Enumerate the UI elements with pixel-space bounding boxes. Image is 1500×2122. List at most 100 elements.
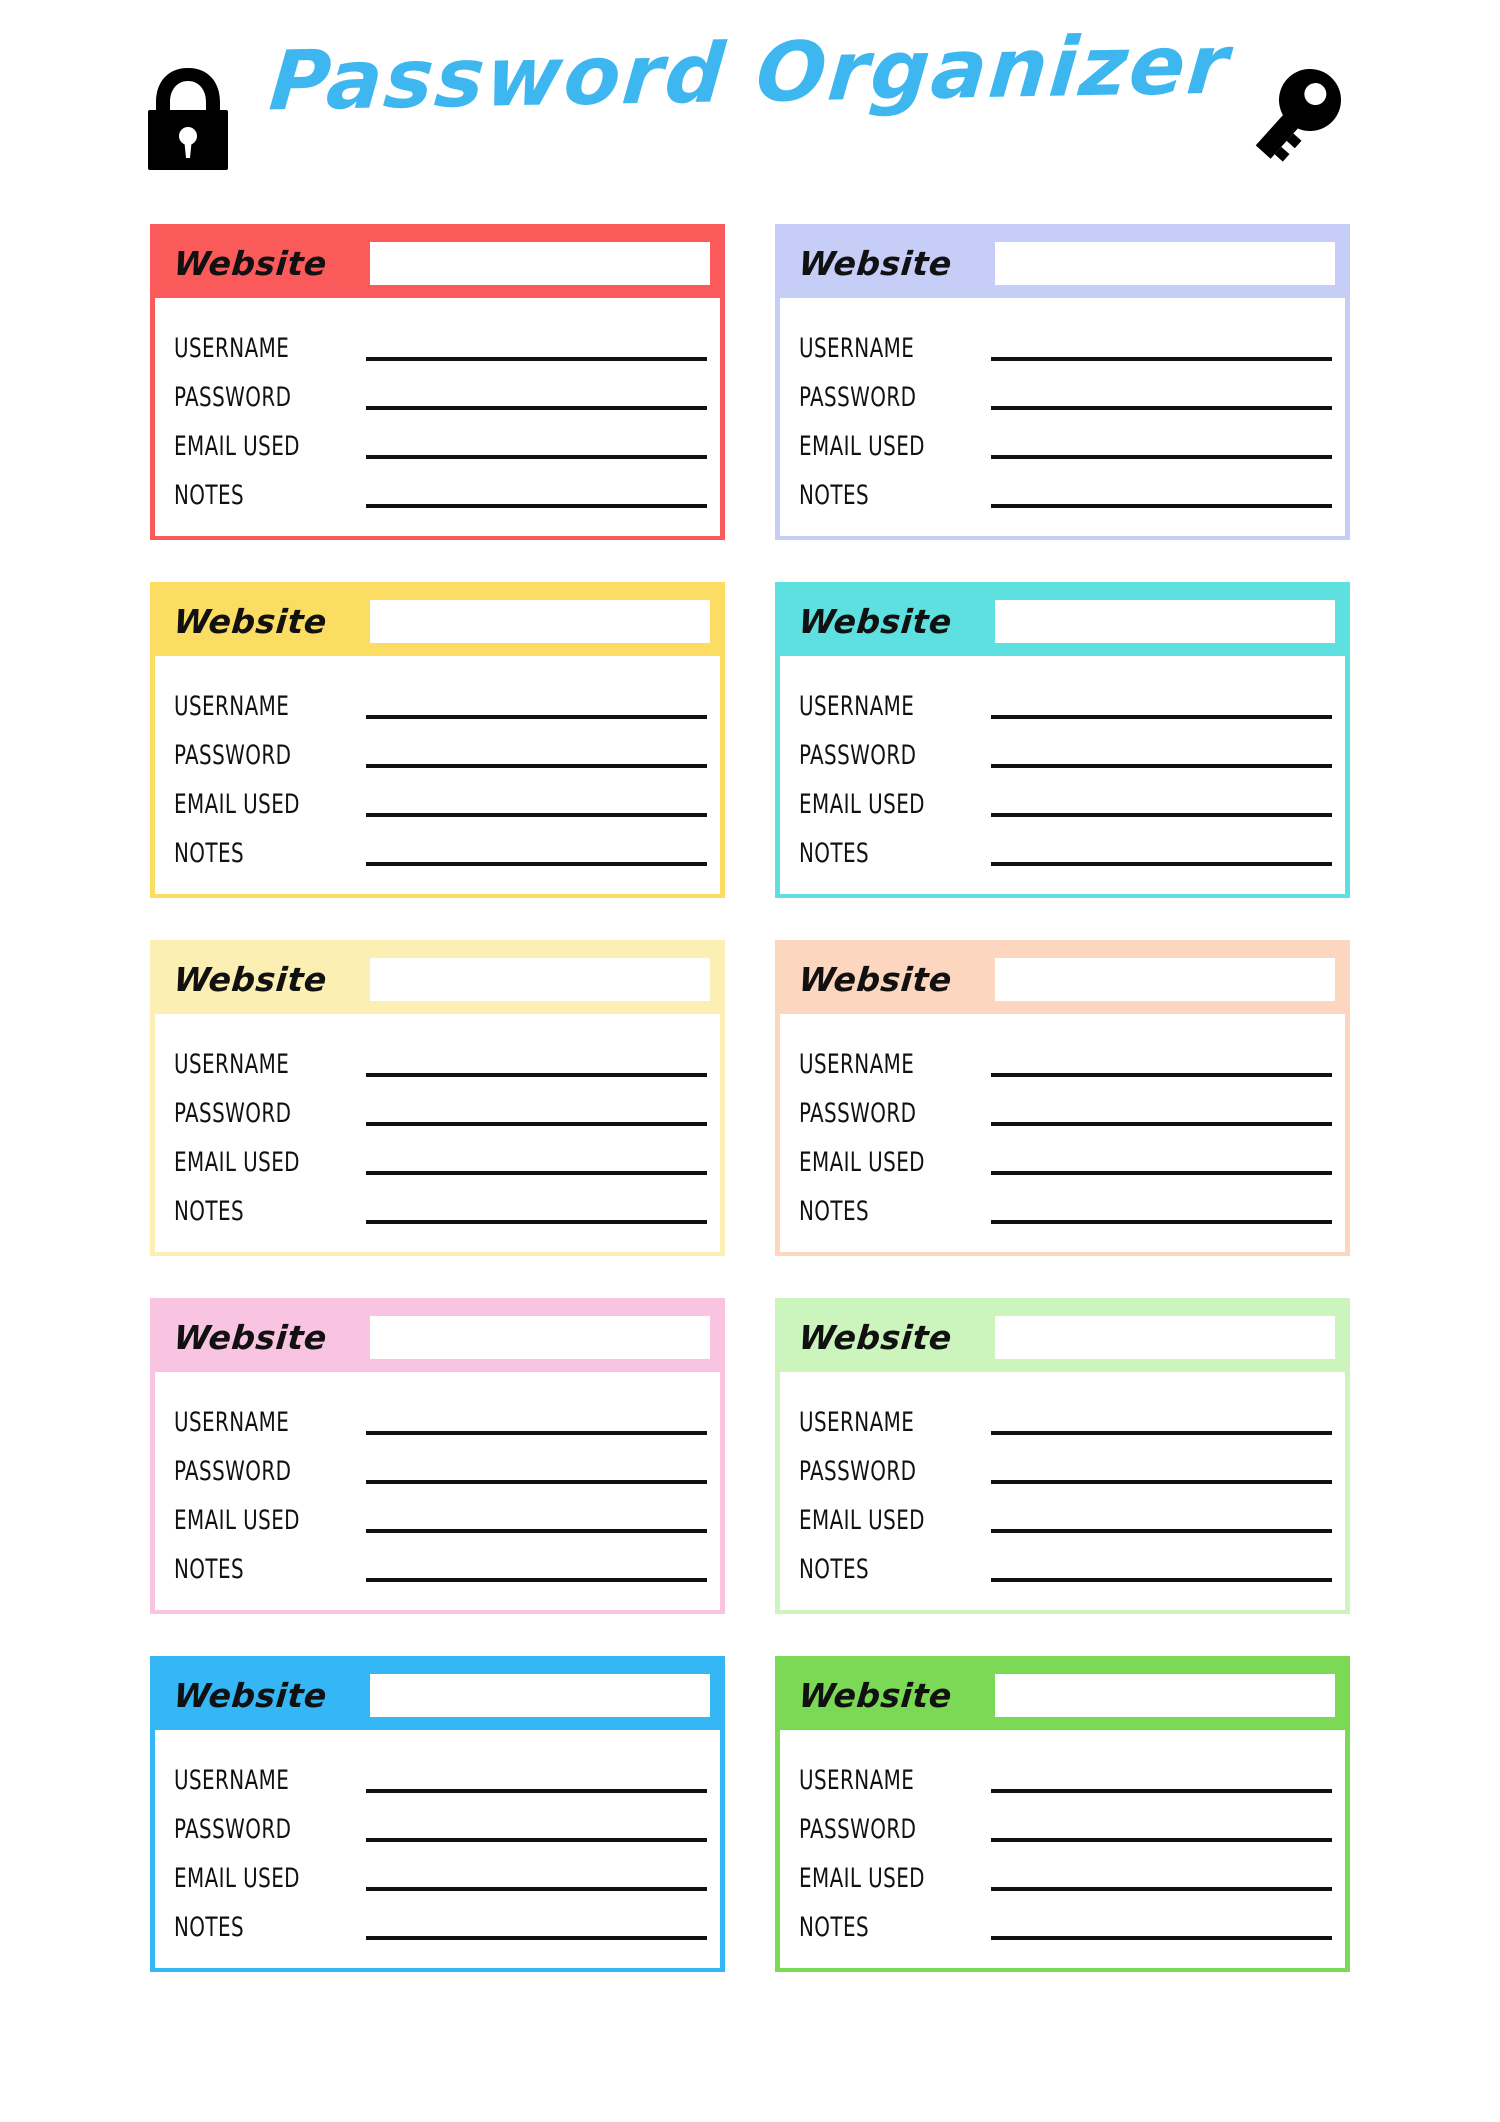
field-input-password[interactable] (991, 1838, 1332, 1842)
website-label: Website (172, 1676, 329, 1715)
field-input-email-used[interactable] (366, 455, 707, 459)
field-label-email-used: EMAIL USED (799, 1505, 925, 1536)
field-row: PASSWORD (174, 1085, 707, 1129)
field-label-username: USERNAME (799, 1049, 915, 1080)
field-label-password: PASSWORD (799, 740, 917, 771)
field-label-email-used: EMAIL USED (799, 1147, 925, 1178)
website-input[interactable] (370, 958, 710, 1001)
field-label-notes: NOTES (174, 1912, 245, 1943)
field-label-notes: NOTES (174, 838, 245, 869)
website-label: Website (172, 1318, 329, 1357)
field-row: PASSWORD (174, 1801, 707, 1845)
field-row: EMAIL USED (799, 418, 1332, 462)
field-row: EMAIL USED (799, 1492, 1332, 1536)
field-row: NOTES (799, 1541, 1332, 1585)
website-input[interactable] (370, 242, 710, 285)
field-input-password[interactable] (991, 764, 1332, 768)
field-input-email-used[interactable] (366, 1529, 707, 1533)
field-label-notes: NOTES (799, 838, 870, 869)
field-input-notes[interactable] (991, 862, 1332, 866)
field-label-username: USERNAME (174, 691, 290, 722)
website-input[interactable] (370, 600, 710, 643)
field-label-username: USERNAME (799, 333, 915, 364)
field-input-notes[interactable] (366, 504, 707, 508)
website-input[interactable] (370, 1674, 710, 1717)
field-input-username[interactable] (366, 357, 707, 361)
field-row: NOTES (174, 1541, 707, 1585)
card-header: Website (155, 229, 720, 298)
field-input-notes[interactable] (366, 862, 707, 866)
field-input-username[interactable] (366, 715, 707, 719)
field-input-email-used[interactable] (991, 1887, 1332, 1891)
field-input-password[interactable] (366, 1480, 707, 1484)
website-input[interactable] (995, 958, 1335, 1001)
card-header: Website (155, 945, 720, 1014)
field-row: PASSWORD (799, 1443, 1332, 1487)
field-input-username[interactable] (366, 1073, 707, 1077)
field-input-notes[interactable] (366, 1578, 707, 1582)
field-label-notes: NOTES (174, 1196, 245, 1227)
field-input-password[interactable] (366, 406, 707, 410)
field-label-password: PASSWORD (799, 1456, 917, 1487)
website-input[interactable] (995, 1674, 1335, 1717)
field-input-username[interactable] (991, 1789, 1332, 1793)
field-input-password[interactable] (991, 406, 1332, 410)
field-input-notes[interactable] (366, 1220, 707, 1224)
website-input[interactable] (995, 242, 1335, 285)
field-input-username[interactable] (366, 1789, 707, 1793)
card-header: Website (155, 1661, 720, 1730)
field-label-notes: NOTES (799, 1912, 870, 1943)
field-input-password[interactable] (366, 1122, 707, 1126)
field-input-username[interactable] (366, 1431, 707, 1435)
field-row: USERNAME (799, 678, 1332, 722)
field-row: PASSWORD (174, 1443, 707, 1487)
field-input-email-used[interactable] (991, 813, 1332, 817)
website-label: Website (172, 602, 329, 641)
field-label-username: USERNAME (799, 1765, 915, 1796)
card-header: Website (780, 1661, 1345, 1730)
field-label-username: USERNAME (799, 1407, 915, 1438)
field-input-username[interactable] (991, 715, 1332, 719)
card-body: USERNAME PASSWORD EMAIL USED NOTES (155, 298, 720, 536)
field-row: NOTES (799, 1899, 1332, 1943)
website-input[interactable] (995, 1316, 1335, 1359)
website-label: Website (172, 244, 329, 283)
field-input-username[interactable] (991, 1073, 1332, 1077)
field-input-email-used[interactable] (366, 1887, 707, 1891)
website-input[interactable] (995, 600, 1335, 643)
field-input-password[interactable] (366, 1838, 707, 1842)
website-input[interactable] (370, 1316, 710, 1359)
field-input-notes[interactable] (991, 1936, 1332, 1940)
field-input-email-used[interactable] (991, 1171, 1332, 1175)
field-input-email-used[interactable] (991, 1529, 1332, 1533)
field-label-username: USERNAME (174, 1407, 290, 1438)
field-label-email-used: EMAIL USED (174, 1863, 300, 1894)
field-input-username[interactable] (991, 357, 1332, 361)
field-label-notes: NOTES (799, 1554, 870, 1585)
field-input-email-used[interactable] (366, 1171, 707, 1175)
field-input-password[interactable] (991, 1480, 1332, 1484)
field-row: EMAIL USED (799, 1850, 1332, 1894)
field-input-notes[interactable] (991, 1220, 1332, 1224)
field-label-username: USERNAME (174, 1765, 290, 1796)
password-organizer-page: Password Organizer Website USERNAME PASSWO… (0, 0, 1500, 2122)
card-body: USERNAME PASSWORD EMAIL USED NOTES (155, 656, 720, 894)
field-input-notes[interactable] (366, 1936, 707, 1940)
field-input-email-used[interactable] (991, 455, 1332, 459)
field-input-email-used[interactable] (366, 813, 707, 817)
card-body: USERNAME PASSWORD EMAIL USED NOTES (780, 298, 1345, 536)
password-card: Website USERNAME PASSWORD EMAIL USED NOTES (150, 940, 725, 1256)
field-row: NOTES (174, 825, 707, 869)
field-label-password: PASSWORD (174, 740, 292, 771)
field-input-password[interactable] (366, 764, 707, 768)
field-input-notes[interactable] (991, 1578, 1332, 1582)
password-card: Website USERNAME PASSWORD EMAIL USED NOTES (150, 582, 725, 898)
field-row: USERNAME (174, 678, 707, 722)
field-label-notes: NOTES (174, 1554, 245, 1585)
field-row: PASSWORD (174, 369, 707, 413)
field-input-username[interactable] (991, 1431, 1332, 1435)
field-input-notes[interactable] (991, 504, 1332, 508)
field-input-password[interactable] (991, 1122, 1332, 1126)
password-card: Website USERNAME PASSWORD EMAIL USED NOTES (775, 224, 1350, 540)
field-label-email-used: EMAIL USED (174, 789, 300, 820)
